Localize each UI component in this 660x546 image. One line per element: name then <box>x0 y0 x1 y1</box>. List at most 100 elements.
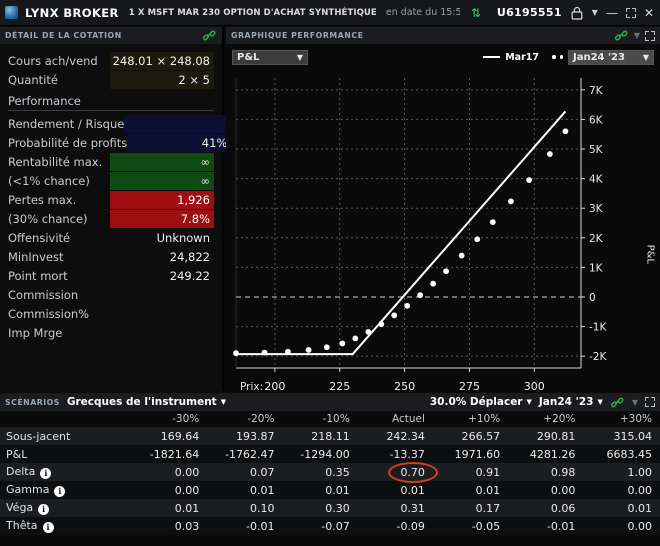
label-rendement-risque: Rendement / Risque <box>8 116 125 131</box>
instrument-description: 1 X MSFT MAR 230 OPTION D'ACHAT SYNTHÉTI… <box>128 7 377 18</box>
chart-plot-area[interactable]: -2K -1K 0 1K 2K 3K 4K 5K 6K 7K 200 225 250 275 300 Pr… <box>226 68 660 406</box>
label-pertes-max: Pertes max. <box>8 192 77 207</box>
label-cours: Cours ach/vend <box>8 53 98 68</box>
expand-icon[interactable] <box>645 30 655 41</box>
cell-p&l-+20%: 4281.26 <box>508 445 584 463</box>
performance-section-title: Performance <box>8 89 214 111</box>
chevron-down-icon[interactable]: ▼ <box>634 31 640 40</box>
quote-panel-header: DÉTAIL DE LA COTATION <box>0 27 222 44</box>
info-icon[interactable]: i <box>40 467 52 479</box>
chart-legend: Mar17 Jan24 '23 ▼ <box>483 49 654 65</box>
chevron-down-icon[interactable]: ▼ <box>592 8 598 17</box>
quote-panel-title: DÉTAIL DE LA COTATION <box>5 31 122 40</box>
value-offensivite: Unknown <box>156 230 210 245</box>
link-icon[interactable] <box>610 396 625 409</box>
info-icon[interactable]: i <box>54 485 66 497</box>
account-number[interactable]: U6195551 <box>497 6 562 19</box>
table-row: P&L -1821.64 -1762.47 -1294.00 -13.37 1971.60… <box>0 445 660 463</box>
row-imp-mrge: Imp Mrge <box>8 323 214 342</box>
column-header-Actuel: Actuel <box>357 411 433 427</box>
trading-app-window: LYNX BROKER 1 X MSFT MAR 230 OPTION D'AC… <box>0 0 660 546</box>
svg-text:200: 200 <box>264 380 285 393</box>
metric-select-value: P&L <box>237 51 260 63</box>
cell-p&l--10%: -1294.00 <box>282 445 358 463</box>
label-imp-mrge: Imp Mrge <box>8 325 63 340</box>
row-commission-pct: Commission% <box>8 304 214 323</box>
expand-icon[interactable] <box>645 397 655 407</box>
cell-delta-+10%: 0.91 <box>432 463 509 481</box>
svg-text:3K: 3K <box>589 203 604 215</box>
chevron-down-icon: ▼ <box>597 398 603 406</box>
chevron-down-icon[interactable]: ▼ <box>632 398 638 407</box>
chevron-down-icon: ▼ <box>296 52 303 62</box>
row-pertes-chance: (30% chance) 7.8% <box>8 209 214 228</box>
cell-thêta-+30%: 0.00 <box>583 517 660 535</box>
scenarios-panel: SCÉNARIOS Grecques de l'instrument ▼ 30.… <box>0 393 660 546</box>
svg-text:7K: 7K <box>589 85 604 97</box>
minimize-button[interactable]: — <box>605 6 619 20</box>
cell-véga-Actuel: 0.31 <box>357 499 433 517</box>
column-header--10: -10% <box>282 411 358 427</box>
metric-select[interactable]: P&L ▼ <box>232 49 308 65</box>
grid-lines <box>235 78 582 369</box>
expiry-select[interactable]: Jan24 '23 ▼ <box>568 49 654 65</box>
label-probabilite-profits: Probabilité de profits <box>8 135 128 150</box>
value-rentabilite-max: ∞ <box>110 152 214 171</box>
cell-gamma-Actuel: 0.01 <box>357 481 433 499</box>
cell-p&l-+30%: 6683.45 <box>583 445 660 463</box>
cell-p&l-+10%: 1971.60 <box>432 445 509 463</box>
value-cours: 248.01 × 248.08 <box>110 51 214 70</box>
row-cours: Cours ach/vend 248.01 × 248.08 <box>8 51 214 70</box>
lock-icon[interactable] <box>569 5 585 21</box>
move-select[interactable]: 30.0% Déplacer ▼ <box>430 396 532 408</box>
cell-p&l--30%: -1821.64 <box>132 445 208 463</box>
scenarios-header: SCÉNARIOS Grecques de l'instrument ▼ 30.… <box>0 393 660 411</box>
info-icon[interactable]: i <box>38 503 50 515</box>
info-icon[interactable]: i <box>42 521 54 533</box>
series-jan24 <box>233 128 569 357</box>
cell-véga-+20%: 0.06 <box>508 499 584 517</box>
svg-text:225: 225 <box>329 380 350 393</box>
cell-delta--20%: 0.07 <box>207 463 283 481</box>
brand-label: LYNX BROKER <box>25 5 119 20</box>
row-rendement-risque: Rendement / Risque <box>8 114 229 133</box>
row-label-thêta: Thêta i <box>0 517 132 535</box>
quote-panel-body: Cours ach/vend 248.01 × 248.08 Quantité … <box>0 44 232 342</box>
cell-p&l--20%: -1762.47 <box>207 445 283 463</box>
label-pertes-chance: (30% chance) <box>8 211 88 226</box>
x-axis-ticks: 200 225 250 275 300 <box>264 368 545 393</box>
cell-delta-+30%: 1.00 <box>583 463 660 481</box>
cell-delta--10%: 0.35 <box>282 463 358 481</box>
svg-text:275: 275 <box>459 380 480 393</box>
greeks-select-value: Grecques de l'instrument <box>66 396 217 408</box>
cell-véga--20%: 0.10 <box>207 499 283 517</box>
close-button[interactable]: ✕ <box>643 6 655 20</box>
chevron-down-icon: ▼ <box>526 398 532 406</box>
scenario-date-select[interactable]: Jan24 '23 ▼ <box>539 396 603 408</box>
column-header--20: -20% <box>207 411 283 427</box>
legend-line-swatch <box>483 56 501 58</box>
link-icon[interactable] <box>202 29 217 42</box>
value-pertes-chance: 7.8% <box>110 209 214 228</box>
svg-text:-2K: -2K <box>589 351 607 363</box>
maximize-button[interactable] <box>625 7 636 18</box>
column-header--30: -30% <box>132 411 208 427</box>
svg-text:0: 0 <box>589 292 596 304</box>
refresh-icon[interactable]: ⇅ <box>471 6 481 20</box>
svg-text:1K: 1K <box>589 262 604 274</box>
row-offensivite: Offensivité Unknown <box>8 228 214 247</box>
label-quantite: Quantité <box>8 72 58 87</box>
link-icon[interactable] <box>614 29 629 42</box>
move-select-value: 30.0% Déplacer <box>429 396 523 408</box>
cell-p&l-Actuel: -13.37 <box>357 445 433 463</box>
table-row: Gamma i 0.00 0.01 0.01 0.01 0.01 0.00 0.00 <box>0 481 660 499</box>
row-rentabilite-max: Rentabilité max. ∞ <box>8 152 214 171</box>
performance-chart-panel: GRAPHIQUE PERFORMANCE ▼ P&L ▼ Mar17 Jan2… <box>226 27 660 393</box>
chevron-down-icon: ▼ <box>642 52 649 62</box>
row-rentabilite-chance: (<1% chance) ∞ <box>8 171 214 190</box>
label-commission: Commission <box>8 287 79 302</box>
row-mininvest: MinInvest 24,822 <box>8 247 214 266</box>
table-body: Sous-jacent 169.64 193.87 218.11 242.34 266.5… <box>0 427 660 535</box>
svg-text:300: 300 <box>524 380 545 393</box>
greeks-select[interactable]: Grecques de l'instrument ▼ <box>67 396 226 408</box>
